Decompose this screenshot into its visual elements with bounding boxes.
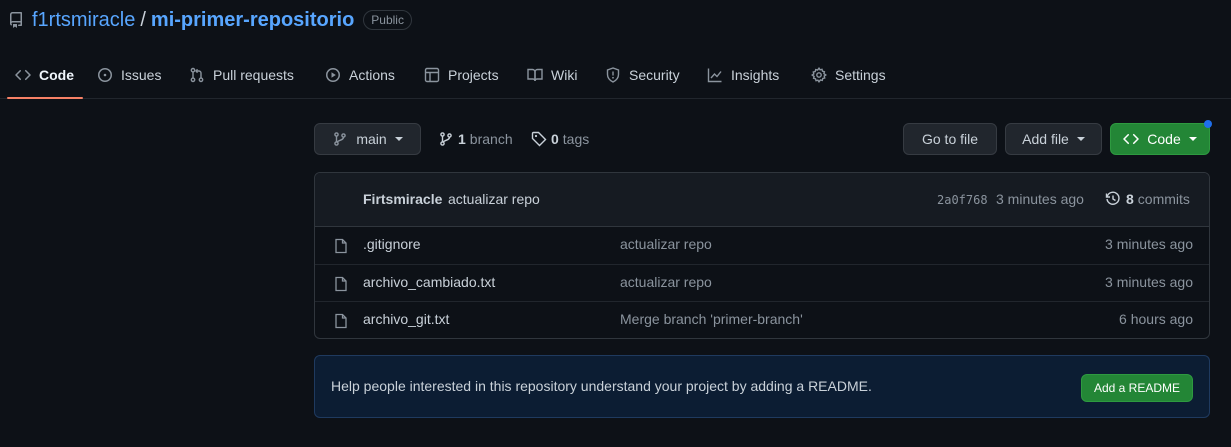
- code-dropdown-button[interactable]: Code: [1110, 123, 1210, 155]
- tab-label: Security: [629, 67, 680, 83]
- file-name-link[interactable]: .gitignore: [363, 236, 421, 252]
- file-row[interactable]: .gitignore actualizar repo 3 minutes ago: [315, 227, 1209, 264]
- graph-icon: [707, 67, 723, 83]
- play-icon: [325, 67, 341, 83]
- tab-label: Actions: [349, 67, 395, 83]
- tab-pull-requests[interactable]: Pull requests: [189, 52, 294, 98]
- repo-separator: /: [140, 8, 146, 31]
- branches-link[interactable]: 1 branch: [438, 130, 513, 148]
- branch-selector-button[interactable]: main: [314, 123, 421, 155]
- book-icon: [527, 67, 543, 83]
- tab-code[interactable]: Code: [7, 52, 83, 99]
- tab-projects[interactable]: Projects: [424, 52, 499, 98]
- pull-request-icon: [189, 67, 205, 83]
- commits-history-link[interactable]: 8 commits: [1105, 191, 1190, 207]
- tab-insights[interactable]: Insights: [707, 52, 779, 98]
- file-row[interactable]: archivo_git.txt Merge branch 'primer-bra…: [315, 301, 1209, 338]
- readme-prompt-text: Help people interested in this repositor…: [331, 378, 872, 394]
- commits-count: 8: [1126, 191, 1134, 207]
- code-button-label: Code: [1147, 131, 1181, 147]
- visibility-badge: Public: [363, 10, 412, 30]
- go-to-file-button[interactable]: Go to file: [903, 123, 997, 155]
- branch-name: main: [356, 131, 387, 147]
- tab-settings[interactable]: Settings: [811, 52, 886, 98]
- repo-header: f1rtsmiracle / mi-primer-repositorio Pub…: [8, 8, 412, 32]
- go-to-file-label: Go to file: [921, 131, 979, 147]
- file-icon: [333, 313, 349, 329]
- repo-nav-tabs: Code Issues Pull requests Actions Projec…: [0, 52, 1231, 99]
- readme-prompt-banner: Help people interested in this repositor…: [314, 355, 1210, 418]
- commit-time: 3 minutes ago: [996, 191, 1084, 207]
- commits-label: commits: [1137, 191, 1190, 207]
- file-row[interactable]: archivo_cambiado.txt actualizar repo 3 m…: [315, 264, 1209, 301]
- file-commit-link[interactable]: actualizar repo: [620, 274, 712, 290]
- branches-label: branch: [469, 131, 513, 147]
- notification-dot: [1204, 120, 1212, 128]
- file-time: 3 minutes ago: [1105, 236, 1193, 252]
- tab-actions[interactable]: Actions: [325, 52, 395, 98]
- tab-label: Wiki: [551, 67, 578, 83]
- tab-issues[interactable]: Issues: [97, 52, 161, 98]
- table-icon: [424, 67, 440, 83]
- chevron-down-icon: [394, 137, 403, 141]
- file-commit-link[interactable]: actualizar repo: [620, 236, 712, 252]
- code-icon: [1123, 131, 1140, 147]
- tab-label: Settings: [835, 67, 886, 83]
- tab-label: Issues: [121, 67, 162, 83]
- chevron-down-icon: [1076, 137, 1085, 141]
- code-icon: [15, 67, 31, 83]
- issue-icon: [97, 67, 113, 83]
- tag-icon: [531, 131, 547, 147]
- history-icon: [1105, 191, 1121, 207]
- add-file-button[interactable]: Add file: [1005, 123, 1102, 155]
- tab-label: Insights: [731, 67, 780, 83]
- commit-author-link[interactable]: Firtsmiracle: [363, 191, 442, 207]
- branches-count: 1: [458, 131, 466, 147]
- file-name-link[interactable]: archivo_cambiado.txt: [363, 274, 495, 290]
- tags-label: tags: [562, 131, 590, 147]
- tags-link[interactable]: 0 tags: [531, 130, 589, 148]
- file-commit-link[interactable]: Merge branch 'primer-branch': [620, 311, 803, 327]
- branch-icon: [332, 131, 348, 147]
- commit-sha-link[interactable]: 2a0f768: [937, 193, 988, 207]
- file-time: 6 hours ago: [1119, 311, 1193, 327]
- latest-commit-bar: Firtsmiracle actualizar repo 2a0f768 3 m…: [315, 173, 1209, 227]
- add-readme-button[interactable]: Add a README: [1080, 374, 1193, 402]
- file-name-link[interactable]: archivo_git.txt: [363, 311, 449, 327]
- repo-icon: [8, 12, 24, 28]
- branch-icon: [438, 131, 454, 147]
- tags-count: 0: [551, 131, 559, 147]
- shield-icon: [605, 67, 621, 83]
- commit-message-link[interactable]: actualizar repo: [448, 191, 540, 207]
- file-icon: [333, 276, 349, 292]
- file-browser: Firtsmiracle actualizar repo 2a0f768 3 m…: [314, 172, 1210, 339]
- file-list: .gitignore actualizar repo 3 minutes ago…: [315, 227, 1209, 338]
- chevron-down-icon: [1188, 137, 1197, 141]
- repo-name-link[interactable]: mi-primer-repositorio: [151, 9, 354, 32]
- tab-security[interactable]: Security: [605, 52, 680, 98]
- file-time: 3 minutes ago: [1105, 274, 1193, 290]
- tab-label: Projects: [448, 67, 499, 83]
- repo-owner-link[interactable]: f1rtsmiracle: [32, 9, 135, 32]
- gear-icon: [811, 67, 827, 83]
- file-icon: [333, 238, 349, 254]
- tab-wiki[interactable]: Wiki: [527, 52, 577, 98]
- tab-label: Code: [39, 67, 74, 83]
- add-file-label: Add file: [1022, 131, 1069, 147]
- tab-label: Pull requests: [213, 67, 294, 83]
